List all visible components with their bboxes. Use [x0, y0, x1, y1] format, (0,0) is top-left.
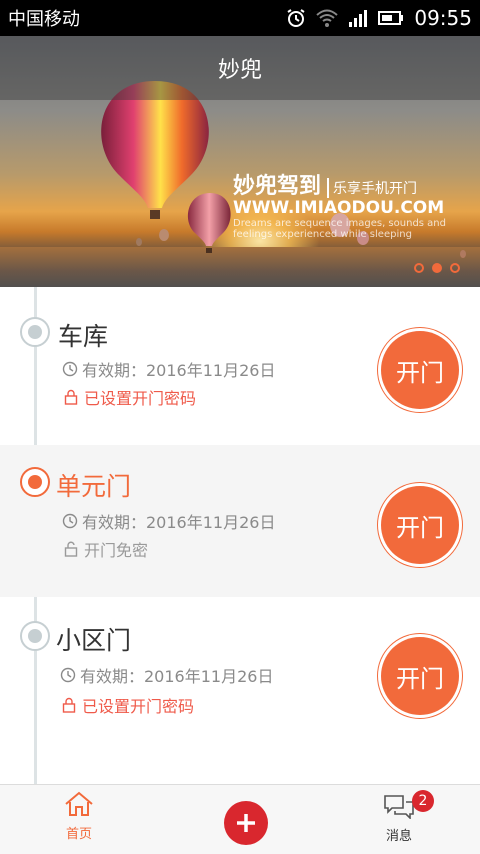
clock-icon: [62, 361, 78, 377]
carousel-dot-2[interactable]: [432, 263, 442, 273]
status-icons: 09:55: [286, 6, 472, 30]
promo-banner[interactable]: 妙兜 妙兜驾到 乐享手机开门 WWW.IMIAODOU.COM Dreams ar…: [0, 36, 480, 287]
open-door-button[interactable]: 开门: [381, 486, 459, 564]
password-status: 开门免密: [64, 537, 148, 561]
banner-tagline: Dreams are sequence images, sounds and f…: [233, 218, 446, 240]
door-item-unit[interactable]: 单元门 有效期：2016年11月26日 开门免密 开门: [0, 445, 480, 597]
message-badge: 2: [412, 790, 434, 812]
password-status-text: 开门免密: [84, 541, 149, 560]
slogan-sub: 乐享手机开门: [327, 178, 417, 198]
open-door-button[interactable]: 开门: [381, 637, 459, 715]
plus-icon: [237, 814, 255, 832]
home-icon: [65, 791, 93, 816]
validity-text: 有效期：2016年11月26日: [82, 513, 276, 532]
clock-icon: [62, 513, 78, 529]
lock-icon: [64, 389, 78, 405]
timeline-marker: [20, 317, 50, 347]
door-name: 小区门: [56, 626, 132, 655]
bottom-nav: 首页 消息: [0, 784, 480, 854]
lock-icon: [62, 697, 76, 713]
password-status-text: 已设置开门密码: [84, 389, 197, 408]
timeline-marker: [20, 621, 50, 651]
nav-messages-label: 消息: [385, 829, 412, 844]
add-door-button[interactable]: [224, 801, 268, 845]
nav-home-label: 首页: [65, 827, 92, 842]
wifi-icon: [316, 9, 339, 27]
nav-home[interactable]: 首页: [56, 791, 102, 842]
password-status: 已设置开门密码: [64, 385, 196, 409]
door-validity: 有效期：2016年11月26日: [62, 509, 275, 533]
door-name: 单元门: [56, 472, 132, 501]
unlock-icon: [64, 541, 78, 557]
validity-text: 有效期：2016年11月26日: [82, 361, 276, 380]
door-name: 车库: [58, 322, 109, 351]
password-status-text: 已设置开门密码: [82, 697, 195, 716]
door-item-garage[interactable]: 车库 有效期：2016年11月26日 已设置开门密码 开门: [0, 287, 480, 439]
carousel-indicator: [414, 263, 460, 273]
alarm-icon: [287, 9, 305, 27]
door-item-community[interactable]: 小区门 有效期：2016年11月26日 已设置开门密码 开门: [0, 597, 480, 749]
carousel-dot-3[interactable]: [450, 263, 460, 273]
clock: 09:55: [414, 6, 472, 30]
banner-slogan: 妙兜驾到 乐享手机开门: [233, 168, 417, 200]
carousel-dot-1[interactable]: [414, 263, 424, 273]
banner-url: WWW.IMIAODOU.COM: [233, 198, 445, 218]
validity-text: 有效期：2016年11月26日: [80, 667, 274, 686]
chat-icon: [384, 795, 414, 820]
password-status: 已设置开门密码: [62, 693, 194, 717]
timeline-marker: [20, 467, 50, 497]
carrier-name: 中国移动: [8, 9, 80, 30]
door-validity: 有效期：2016年11月26日: [62, 357, 275, 381]
clock-icon: [60, 667, 76, 683]
open-door-button[interactable]: 开门: [381, 331, 459, 409]
page-title: 妙兜: [0, 36, 480, 100]
door-validity: 有效期：2016年11月26日: [60, 663, 273, 687]
signal-icon: [349, 10, 368, 27]
slogan-main: 妙兜驾到: [233, 174, 322, 199]
battery-icon: [378, 11, 404, 25]
status-bar: 中国移动 09:55: [0, 0, 480, 36]
